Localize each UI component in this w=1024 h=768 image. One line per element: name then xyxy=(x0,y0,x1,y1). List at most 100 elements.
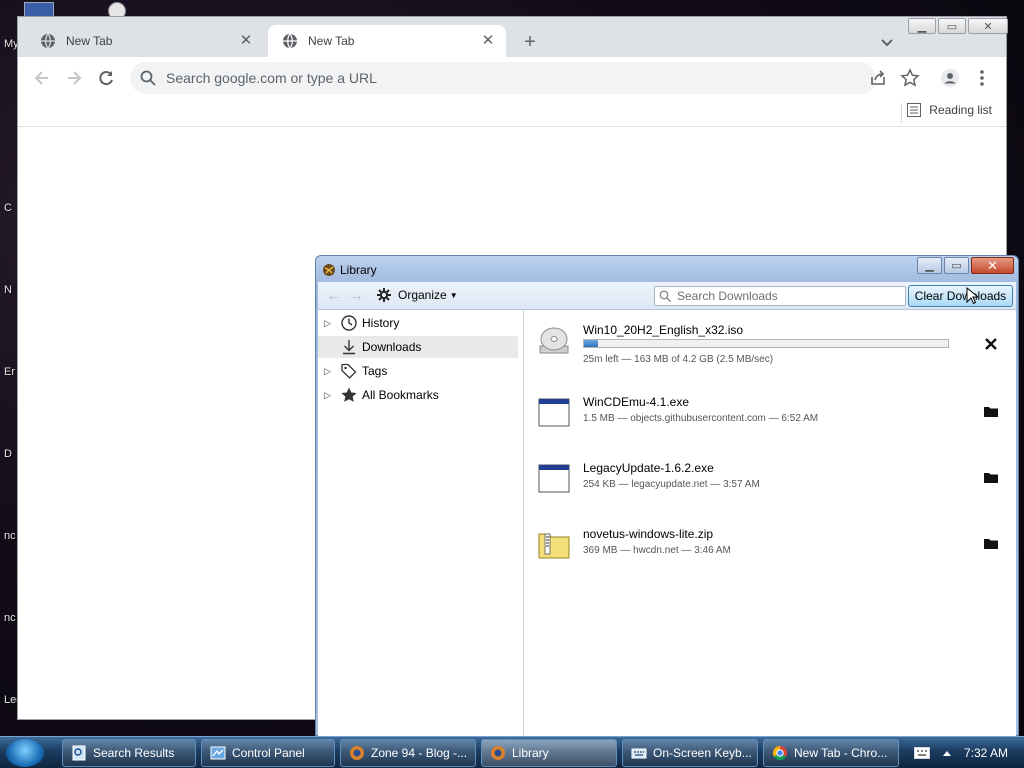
clock-icon xyxy=(341,315,357,331)
minimize-button[interactable]: ▁ xyxy=(908,18,936,34)
sidebar-item-all-bookmarks[interactable]: ▷ All Bookmarks xyxy=(318,384,518,406)
reading-list-label: Reading list xyxy=(929,103,992,117)
desktop-icon-label[interactable]: Er xyxy=(4,366,15,378)
close-button[interactable]: ✕ xyxy=(971,257,1014,274)
organize-menu-button[interactable]: Organize ▼ xyxy=(376,287,458,303)
download-status: 369 MB — hwcdn.net — 3:46 AM xyxy=(583,545,731,556)
library-sidebar: ▷ History Downloads ▷ Tags ▷ All Bookmar… xyxy=(318,310,524,737)
forward-arrow-icon[interactable] xyxy=(64,68,84,88)
show-hidden-icons-icon[interactable] xyxy=(942,749,952,757)
more-menu-icon[interactable] xyxy=(972,68,992,88)
sidebar-item-label: Tags xyxy=(362,364,388,378)
cancel-download-icon[interactable] xyxy=(982,335,1000,353)
taskbar-item-zone94-blog[interactable]: Zone 94 - Blog -... xyxy=(340,739,476,767)
library-titlebar[interactable]: Library ▁ ▭ ✕ xyxy=(316,256,1018,282)
download-row[interactable]: WinCDEmu-4.1.exe 1.5 MB — objects.github… xyxy=(525,390,1016,450)
disc-icon xyxy=(539,327,569,354)
forward-arrow-icon[interactable]: → xyxy=(348,288,366,304)
sidebar-item-downloads[interactable]: Downloads xyxy=(318,336,518,358)
search-downloads-field[interactable] xyxy=(654,286,906,306)
keyboard-tray-icon[interactable] xyxy=(914,747,930,759)
taskbar-item-label: Zone 94 - Blog -... xyxy=(371,746,468,760)
desktop-icon-label[interactable]: nc xyxy=(4,612,16,624)
tab-close-icon[interactable]: ✕ xyxy=(238,33,254,49)
reading-list-icon xyxy=(907,103,922,117)
close-button[interactable]: ✕ xyxy=(968,18,1008,34)
firefox-icon xyxy=(350,746,364,760)
taskbar-item-label: Library xyxy=(512,746,549,760)
download-row[interactable]: novetus-windows-lite.zip 369 MB — hwcdn.… xyxy=(525,522,1016,582)
search-results-icon xyxy=(72,745,86,761)
download-status: 254 KB — legacyupdate.net — 3:57 AM xyxy=(583,479,760,490)
organize-label: Organize xyxy=(398,288,447,302)
reload-icon[interactable] xyxy=(96,68,116,88)
desktop-icon-label[interactable]: C xyxy=(4,202,12,214)
back-arrow-icon[interactable] xyxy=(32,68,52,88)
download-row[interactable]: LegacyUpdate-1.6.2.exe 254 KB — legacyup… xyxy=(525,456,1016,516)
taskbar-item-search-results[interactable]: Search Results xyxy=(62,739,196,767)
desktop-icon-label[interactable]: D xyxy=(4,448,12,460)
desktop-icon-label[interactable]: nc xyxy=(4,530,16,542)
search-icon xyxy=(659,290,671,302)
firefox-icon xyxy=(491,746,505,760)
star-icon xyxy=(341,387,357,402)
minimize-icon: ▁ xyxy=(925,260,934,272)
exe-icon xyxy=(538,398,570,427)
sidebar-item-tags[interactable]: ▷ Tags xyxy=(318,360,518,382)
library-toolbar: ← → Organize ▼ Clear Downloads xyxy=(318,282,1016,310)
open-folder-icon[interactable] xyxy=(982,468,1000,486)
maximize-button[interactable]: ▭ xyxy=(938,18,966,34)
expand-arrow-icon[interactable]: ▷ xyxy=(324,318,338,329)
sidebar-item-history[interactable]: ▷ History xyxy=(318,312,518,334)
browser-toolbar xyxy=(18,57,1006,99)
tab-new-tab-1[interactable]: New Tab ✕ xyxy=(26,25,264,57)
tab-strip: New Tab ✕ New Tab ✕ + ▁ ▭ ✕ xyxy=(18,17,1008,57)
close-icon: ✕ xyxy=(987,257,998,273)
tag-icon xyxy=(341,363,357,379)
window-title: Library xyxy=(340,263,377,277)
omnibox[interactable] xyxy=(130,62,876,94)
open-folder-icon[interactable] xyxy=(982,402,1000,420)
tab-new-tab-2[interactable]: New Tab ✕ xyxy=(268,25,506,57)
share-icon[interactable] xyxy=(868,68,888,88)
taskbar-item-control-panel[interactable]: Control Panel xyxy=(201,739,335,767)
taskbar-item-on-screen-keyboard[interactable]: On-Screen Keyb... xyxy=(622,739,758,767)
download-row[interactable]: Win10_20H2_English_x32.iso 25m left — 16… xyxy=(525,318,1016,378)
new-tab-plus-icon[interactable]: + xyxy=(518,31,542,55)
download-progress-bar xyxy=(583,339,949,348)
downloads-list: Win10_20H2_English_x32.iso 25m left — 16… xyxy=(525,310,1016,737)
minimize-button[interactable]: ▁ xyxy=(917,257,942,274)
download-arrow-icon xyxy=(343,340,355,355)
download-status: 1.5 MB — objects.githubusercontent.com —… xyxy=(583,413,819,424)
start-button[interactable] xyxy=(6,739,44,767)
desktop-icon-label[interactable]: N xyxy=(4,284,12,296)
reading-list-button[interactable]: Reading list xyxy=(907,103,992,117)
taskbar-item-label: Control Panel xyxy=(232,746,305,760)
globe-icon xyxy=(283,33,297,49)
taskbar-item-chrome[interactable]: New Tab - Chro... xyxy=(763,739,899,767)
search-downloads-input[interactable] xyxy=(677,289,905,303)
taskbar-item-library[interactable]: Library xyxy=(481,739,617,767)
gear-icon xyxy=(377,288,391,302)
search-icon xyxy=(140,70,156,86)
profile-avatar-icon[interactable] xyxy=(940,68,960,88)
expand-arrow-icon[interactable]: ▷ xyxy=(324,366,338,377)
maximize-icon: ▭ xyxy=(946,20,958,33)
download-filename: WinCDEmu-4.1.exe xyxy=(583,395,690,409)
tab-title: New Tab xyxy=(308,34,355,48)
download-status: 25m left — 163 MB of 4.2 GB (2.5 MB/sec) xyxy=(583,354,774,365)
tab-search-chevron-icon[interactable] xyxy=(878,33,896,51)
mouse-cursor-icon xyxy=(966,287,978,305)
bookmark-star-icon[interactable] xyxy=(900,68,920,88)
bookmarks-bar: Reading list xyxy=(18,99,1006,127)
clock[interactable]: 7:32 AM xyxy=(964,746,1008,760)
back-arrow-icon[interactable]: ← xyxy=(326,288,344,304)
omnibox-input[interactable] xyxy=(166,70,876,86)
tab-close-icon[interactable]: ✕ xyxy=(480,33,496,49)
maximize-button[interactable]: ▭ xyxy=(944,257,969,274)
open-folder-icon[interactable] xyxy=(982,534,1000,552)
expand-arrow-icon[interactable]: ▷ xyxy=(324,390,338,401)
sidebar-item-label: History xyxy=(362,316,400,330)
clear-downloads-button[interactable]: Clear Downloads xyxy=(908,285,1013,307)
download-filename: Win10_20H2_English_x32.iso xyxy=(583,323,744,337)
